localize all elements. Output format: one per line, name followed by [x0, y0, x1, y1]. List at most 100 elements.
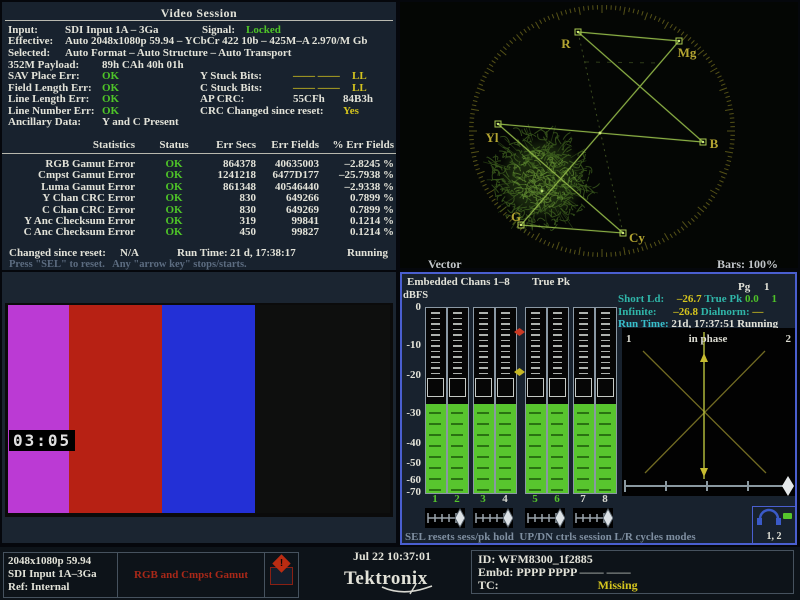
- stats-cell: 864378: [198, 158, 256, 170]
- meter-level-tick: [451, 412, 463, 414]
- graticule-tick: [528, 232, 531, 236]
- graticule-tick: [485, 72, 489, 74]
- runtime-value: 21 d, 17:38:17: [230, 247, 296, 259]
- audio-pg-label: Pg: [738, 281, 750, 293]
- graticule-tick: [471, 109, 479, 110]
- meter-level-tick: [477, 412, 489, 414]
- scale-label: -10: [402, 339, 421, 351]
- meter-level: [574, 404, 594, 493]
- channel-label: 8: [595, 493, 615, 505]
- graticule-tick: [620, 251, 621, 255]
- phase-status-label: in phase: [689, 333, 728, 345]
- linelen-value: OK: [102, 93, 119, 105]
- meter-level-tick: [599, 456, 611, 458]
- graticule-tick: [674, 232, 677, 236]
- meter-level: [548, 404, 568, 493]
- meter-level-tick: [499, 434, 511, 436]
- meter-level: [596, 404, 616, 493]
- stats-cell: OK: [154, 226, 194, 238]
- graticule-tick: [561, 247, 562, 251]
- meter-level-tick: [599, 467, 611, 469]
- channel-label: 7: [573, 493, 593, 505]
- meter-level-tick: [499, 478, 511, 480]
- channel-label: 2: [447, 493, 467, 505]
- meter-tick: [579, 362, 588, 364]
- meter-level-tick: [429, 423, 441, 425]
- graticule-tick: [544, 18, 546, 22]
- graticule-tick: [678, 29, 681, 33]
- graticule-tick: [681, 32, 684, 36]
- channel-label: 6: [547, 493, 567, 505]
- meter-bar: [595, 307, 617, 494]
- meter-tick: [553, 323, 562, 325]
- stats-cell: OK: [154, 192, 194, 204]
- meter-bar: [573, 307, 595, 494]
- selected-value: Auto Format – Auto Structure – Auto Tran…: [65, 47, 291, 59]
- meter-tick: [531, 334, 540, 336]
- meter-tick: [601, 362, 610, 364]
- meter-tick: [553, 318, 562, 320]
- peak-hold-box: [449, 378, 466, 397]
- graticule-tick: [561, 11, 562, 15]
- balance-diamond: [555, 509, 565, 527]
- meter-tick: [453, 340, 462, 342]
- ystuck-dashes: –––– ––––: [293, 70, 340, 82]
- color-bar: [69, 305, 162, 513]
- graticule-tick: [662, 20, 664, 24]
- graticule-tick: [536, 22, 540, 29]
- warning-cell: !: [265, 553, 298, 597]
- meter-tick: [531, 356, 540, 358]
- graticule-tick: [470, 113, 474, 114]
- vector-target-label: Mg: [678, 45, 697, 60]
- graticule-tick: [706, 57, 710, 60]
- graticule-tick: [565, 248, 566, 252]
- ystuck-value: LL: [352, 70, 367, 82]
- meter-tick: [579, 356, 588, 358]
- meter-level: [448, 404, 468, 493]
- graticule-tick: [583, 6, 584, 10]
- graticule-tick: [574, 250, 575, 254]
- graticule-tick: [719, 80, 723, 82]
- graticule-tick: [540, 238, 542, 242]
- meter-tick: [601, 367, 610, 369]
- graticule-tick: [474, 96, 478, 97]
- graticule-tick: [697, 47, 700, 50]
- balance-scale: [473, 508, 513, 528]
- meter-tick: [501, 318, 510, 320]
- meter-bar: [425, 307, 447, 494]
- picture-panel: 03:05: [2, 272, 396, 543]
- scale-label: -70: [402, 486, 421, 498]
- meter-bar: [473, 307, 495, 494]
- graticule-tick: [691, 218, 694, 221]
- stats-cell: Y Chan CRC Error: [6, 192, 135, 204]
- meter-tick: [501, 356, 510, 358]
- shortld-value: –26.7: [677, 293, 702, 305]
- graticule-tick: [703, 206, 707, 209]
- graticule-tick: [474, 164, 478, 165]
- meter-tick: [531, 373, 540, 375]
- graticule-tick: [497, 53, 501, 56]
- meter-tick: [479, 318, 488, 320]
- graticule-tick: [726, 96, 730, 97]
- peak-hold-box: [575, 378, 592, 397]
- graticule-tick: [489, 195, 493, 197]
- graticule-tick: [548, 16, 550, 20]
- graticule-tick: [721, 84, 725, 86]
- meter-level-tick: [551, 423, 563, 425]
- crcchanged-value: Yes: [343, 105, 359, 117]
- graticule-tick: [650, 14, 652, 18]
- graticule-tick: [658, 18, 660, 22]
- graticule-tick: [489, 64, 493, 66]
- stats-header: StatisticsStatusErr SecsErr Fields% Err …: [2, 139, 396, 154]
- meter-tick: [431, 351, 440, 353]
- meter-tick: [479, 351, 488, 353]
- graticule-tick: [557, 242, 560, 250]
- meter-tick: [553, 340, 562, 342]
- meter-level-tick: [451, 478, 463, 480]
- stats-cell: 649269: [260, 204, 319, 216]
- graticule-tick: [470, 148, 474, 149]
- stats-cell: 319: [198, 215, 256, 227]
- meter-tick: [553, 312, 562, 314]
- stats-cell: 6477D177: [260, 169, 319, 181]
- meter-tick: [553, 356, 562, 358]
